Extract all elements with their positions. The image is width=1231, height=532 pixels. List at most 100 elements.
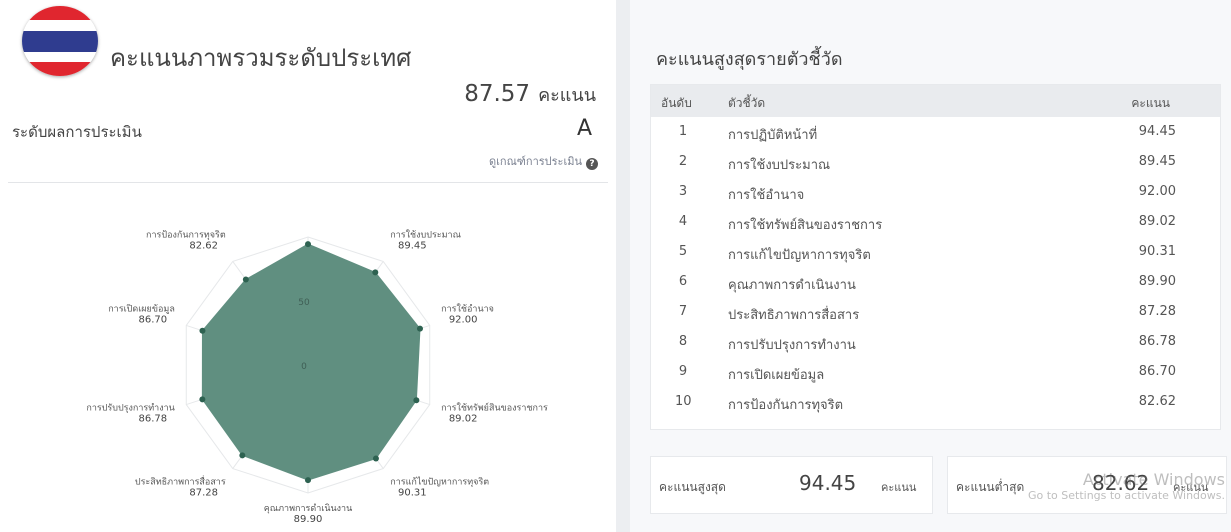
- overall-title: คะแนนภาพรวมระดับประเทศ: [110, 44, 412, 72]
- divider: [8, 182, 608, 183]
- radar-axis-label: การใช้งบประมาณ: [390, 230, 461, 241]
- overall-score: 87.57 คะแนน: [464, 80, 596, 109]
- radar-point: [416, 325, 423, 332]
- row-score: 92.00: [1138, 184, 1176, 199]
- max-score-label: คะแนนสูงสุด: [659, 480, 726, 494]
- row-rank: 7: [678, 304, 688, 319]
- row-score: 86.78: [1138, 334, 1176, 349]
- row-indicator: ประสิทธิภาพการสื่อสาร: [728, 308, 860, 323]
- overall-score-unit: คะแนน: [538, 85, 596, 106]
- row-indicator: การเปิดเผยข้อมูล: [728, 368, 825, 383]
- table-row: 4 การใช้ทรัพย์สินของราชการ 89.02: [651, 207, 1220, 237]
- row-rank: 5: [678, 244, 688, 259]
- radar-axis-label: การเปิดเผยข้อมูล: [108, 304, 175, 315]
- row-rank: 1: [678, 124, 688, 139]
- max-score-card: คะแนนสูงสุด 94.45 คะแนน: [650, 456, 933, 514]
- radar-axis-label: การป้องกันการทุจริต: [146, 230, 226, 241]
- row-rank: 10: [675, 394, 692, 409]
- header-score: คะแนน: [1131, 96, 1170, 110]
- row-rank: 9: [678, 364, 688, 379]
- row-indicator: คุณภาพการดำเนินงาน: [728, 278, 856, 293]
- table-row: 5 การแก้ไขปัญหาการทุจริต 90.31: [651, 237, 1220, 267]
- radar-value-label: 86.78: [139, 413, 168, 424]
- radar-value-label: 87.28: [189, 487, 218, 498]
- radar-axis-label: การปรับปรุงการทำงาน: [86, 402, 174, 413]
- table-row: 7 ประสิทธิภาพการสื่อสาร 87.28: [651, 297, 1220, 327]
- radar-value-label: 89.90: [294, 514, 323, 525]
- radar-series-area: [201, 243, 421, 481]
- radar-axis-label: การใช้ทรัพย์สินของราชการ: [441, 401, 548, 413]
- row-indicator: การแก้ไขปัญหาการทุจริต: [728, 248, 871, 263]
- watermark-line2: Go to Settings to activate Windows.: [1027, 489, 1225, 502]
- max-score-value: 94.45: [799, 471, 857, 495]
- radar-point: [413, 397, 420, 404]
- radar-point: [199, 396, 206, 403]
- radar-point: [305, 241, 311, 248]
- row-indicator: การใช้ทรัพย์สินของราชการ: [728, 218, 883, 233]
- max-score-unit: คะแนน: [881, 481, 917, 494]
- help-icon[interactable]: ?: [586, 158, 598, 170]
- radar-value-label: 90.31: [398, 487, 427, 498]
- ranking-table: อันดับ ตัวชี้วัด คะแนน 1 การปฏิบัติหน้าท…: [650, 84, 1221, 430]
- radar-value-label: 89.02: [449, 413, 478, 424]
- radar-axis-label: การใช้อำนาจ: [441, 304, 494, 315]
- row-score: 94.45: [1138, 124, 1176, 139]
- flag-band: [22, 20, 98, 31]
- table-row: 1 การปฏิบัติหน้าที่ 94.45: [651, 117, 1220, 147]
- radar-value-label: 92.00: [449, 315, 478, 326]
- thailand-flag-icon: [22, 6, 98, 76]
- radar-value-label: 89.45: [398, 241, 427, 252]
- radar-chart: 050การปฏิบัติหน้าที่94.45การใช้งบประมาณ8…: [86, 230, 548, 525]
- row-score: 86.70: [1138, 364, 1176, 379]
- radar-point: [372, 269, 379, 276]
- row-indicator: การปรับปรุงการทำงาน: [728, 338, 856, 353]
- row-rank: 2: [678, 154, 688, 169]
- radar-value-label: 86.70: [139, 315, 168, 326]
- row-score: 89.02: [1138, 214, 1176, 229]
- row-score: 89.90: [1138, 274, 1176, 289]
- row-score: 82.62: [1138, 394, 1176, 409]
- flag-band: [22, 30, 98, 52]
- table-header: อันดับ ตัวชี้วัด คะแนน: [651, 85, 1220, 117]
- ranking-panel: คะแนนสูงสุดรายตัวชี้วัด อันดับ ตัวชี้วัด…: [630, 0, 1231, 532]
- radar-point: [305, 477, 311, 484]
- flag-band: [22, 62, 98, 76]
- row-rank: 8: [678, 334, 688, 349]
- radar-axis-label: การแก้ไขปัญหาการทุจริต: [390, 476, 489, 487]
- row-score: 89.45: [1138, 154, 1176, 169]
- header-rank: อันดับ: [661, 96, 692, 110]
- flag-band: [22, 51, 98, 62]
- radar-axis-label: ประสิทธิภาพการสื่อสาร: [135, 474, 226, 487]
- table-row: 10 การป้องกันการทุจริต 82.62: [651, 387, 1220, 417]
- overall-score-panel: คะแนนภาพรวมระดับประเทศ 87.57 คะแนน ระดับผ…: [0, 0, 616, 532]
- table-row: 9 การเปิดเผยข้อมูล 86.70: [651, 357, 1220, 387]
- radar-tick-label: 0: [301, 362, 307, 372]
- flag-band: [22, 6, 98, 20]
- row-rank: 3: [678, 184, 688, 199]
- level-value: A: [576, 116, 592, 141]
- row-indicator: การป้องกันการทุจริต: [728, 398, 844, 413]
- row-indicator: การใช้งบประมาณ: [728, 158, 831, 173]
- level-label: ระดับผลการประเมิน: [12, 123, 142, 141]
- table-row: 3 การใช้อำนาจ 92.00: [651, 177, 1220, 207]
- criteria-link[interactable]: ดูเกณฑ์การประเมิน?: [489, 152, 598, 170]
- table-row: 8 การปรับปรุงการทำงาน 86.78: [651, 327, 1220, 357]
- row-rank: 6: [678, 274, 688, 289]
- table-row: 6 คุณภาพการดำเนินงาน 89.90: [651, 267, 1220, 297]
- radar-axis-label: คุณภาพการดำเนินงาน: [264, 503, 353, 514]
- row-rank: 4: [678, 214, 688, 229]
- table-row: 2 การใช้งบประมาณ 89.45: [651, 147, 1220, 177]
- radar-point: [372, 455, 379, 462]
- ranking-title: คะแนนสูงสุดรายตัวชี้วัด: [656, 49, 843, 70]
- panel-gap: [616, 0, 630, 532]
- header-indicator: ตัวชี้วัด: [728, 96, 766, 110]
- watermark-line1: Activate Windows: [1082, 470, 1225, 489]
- radar-tick-label: 50: [298, 298, 310, 308]
- radar-point: [239, 452, 246, 459]
- row-score: 90.31: [1138, 244, 1176, 259]
- activate-windows-watermark: Activate Windows Go to Settings to activ…: [1010, 470, 1225, 502]
- radar-point: [242, 276, 249, 283]
- overall-score-value: 87.57: [464, 81, 531, 107]
- radar-point: [199, 327, 206, 334]
- row-score: 87.28: [1138, 304, 1176, 319]
